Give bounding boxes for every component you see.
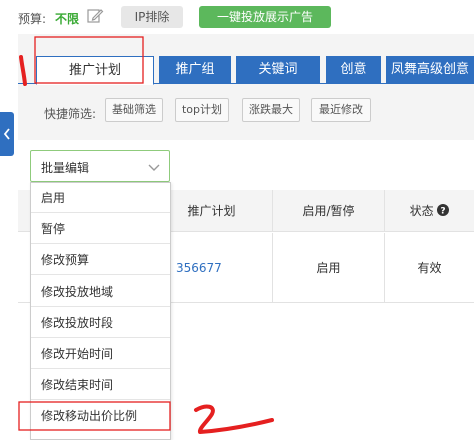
ip-exclude-button[interactable]: IP排除	[121, 6, 183, 28]
tab-keywords[interactable]: 关键词	[236, 56, 320, 84]
batch-edit-select[interactable]: 批量编辑	[30, 150, 170, 182]
menu-item-edit-start-time[interactable]: 修改开始时间	[31, 339, 170, 369]
menu-item-edit-budget[interactable]: 修改预算	[31, 245, 170, 275]
sidebar-toggle[interactable]	[0, 112, 14, 156]
filter-chip-basic[interactable]: 基础筛选	[105, 98, 163, 122]
menu-item-edit-mobile-bid-ratio[interactable]: 修改移动出价比例	[31, 401, 170, 431]
launch-display-ads-button[interactable]: 一键投放展示广告	[199, 6, 331, 28]
chevron-left-icon	[3, 128, 10, 140]
tab-bar: 推广计划 推广组 关键词 创意 凤舞高级创意	[18, 56, 474, 85]
quick-filter-label: 快捷筛选:	[44, 107, 97, 121]
tab-advanced-creatives[interactable]: 凤舞高级创意	[386, 56, 474, 84]
filter-chip-top-plans[interactable]: top计划	[175, 98, 229, 122]
menu-item-edit-end-time[interactable]: 修改结束时间	[31, 370, 170, 400]
menu-item-edit-schedule[interactable]: 修改投放时段	[31, 308, 170, 338]
top-bar: 预算: 不限 IP排除 一键投放展示广告	[0, 0, 474, 34]
budget-label: 预算:	[18, 12, 47, 26]
tab-creatives[interactable]: 创意	[326, 56, 381, 84]
column-header-status-label: 状态	[409, 204, 434, 218]
svg-text:?: ?	[441, 207, 446, 217]
edit-icon[interactable]	[86, 7, 104, 25]
menu-item-pause[interactable]: 暂停	[31, 214, 170, 244]
column-header-status[interactable]: 状态 ?	[384, 190, 474, 232]
filter-chip-recently-modified[interactable]: 最近修改	[311, 98, 371, 122]
column-header-enable-pause[interactable]: 启用/暂停	[272, 190, 384, 232]
budget-value: 不限	[55, 12, 80, 26]
chevron-down-icon	[148, 164, 160, 171]
menu-item-edit-region[interactable]: 修改投放地域	[31, 277, 170, 307]
menu-item-enable[interactable]: 启用	[31, 183, 170, 213]
batch-edit-label: 批量编辑	[41, 161, 90, 175]
help-icon[interactable]: ?	[437, 204, 450, 217]
tab-groups[interactable]: 推广组	[159, 56, 231, 84]
plan-status: 有效	[384, 233, 474, 303]
filter-chip-biggest-change[interactable]: 涨跌最大	[242, 98, 300, 122]
batch-edit-menu: 启用 暂停 修改预算 修改投放地域 修改投放时段 修改开始时间 修改结束时间 修…	[30, 182, 171, 440]
tab-plans[interactable]: 推广计划	[36, 56, 154, 85]
plan-enabled-state[interactable]: 启用	[272, 233, 384, 303]
